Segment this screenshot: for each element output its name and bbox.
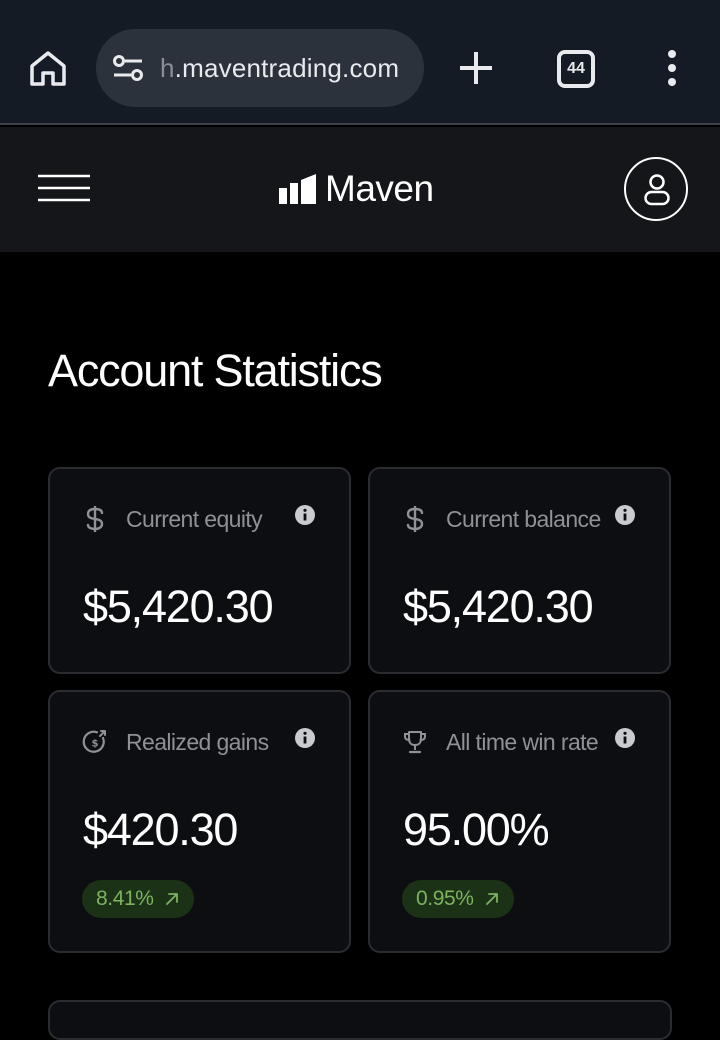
stat-card-current-equity: Current equity $5,420.30 — [48, 467, 351, 674]
info-icon[interactable] — [615, 505, 635, 525]
stat-value: 95.00% — [403, 804, 550, 855]
change-badge: 0.95% — [402, 880, 514, 918]
stat-card-win-rate: All time win rate 95.00% 0.95% — [368, 690, 671, 953]
more-vert-icon[interactable] — [664, 50, 680, 86]
dollar-refresh-icon: $ — [82, 730, 106, 753]
dollar-icon — [406, 506, 424, 532]
stat-label: Realized gains — [126, 728, 269, 755]
next-section-card — [48, 1000, 672, 1040]
stat-label: Current balance — [446, 505, 601, 532]
page-title: Account Statistics — [48, 345, 383, 396]
stat-value: $5,420.30 — [83, 581, 274, 632]
arrow-up-right-icon — [165, 893, 178, 905]
info-icon[interactable] — [295, 505, 315, 525]
svg-text:$: $ — [92, 739, 99, 750]
stat-card-realized-gains: $ Realized gains $420.30 8.41% — [48, 690, 351, 953]
maven-logo-icon — [279, 174, 316, 204]
stat-value: $5,420.30 — [403, 581, 594, 632]
hamburger-menu-icon[interactable] — [38, 174, 90, 204]
stat-value: $420.30 — [83, 804, 238, 855]
change-badge: 8.41% — [82, 880, 194, 918]
info-icon[interactable] — [295, 728, 315, 748]
browser-toolbar: h.maventrading.com 44 — [0, 0, 720, 125]
brand-name: Maven — [325, 168, 434, 209]
url-prefix: h — [160, 53, 175, 83]
stat-card-current-balance: Current balance $5,420.30 — [368, 467, 671, 674]
stat-label: Current equity — [126, 505, 263, 532]
home-icon[interactable] — [28, 48, 68, 88]
change-percent: 0.95% — [416, 887, 474, 910]
profile-button[interactable] — [624, 157, 688, 221]
tab-switcher-button[interactable]: 44 — [557, 50, 595, 88]
stat-label: All time win rate — [446, 728, 599, 755]
trophy-icon — [404, 731, 426, 754]
address-bar[interactable]: h.maventrading.com — [96, 29, 424, 107]
site-header: Maven — [0, 127, 720, 252]
arrow-up-right-icon — [485, 893, 498, 905]
url-domain: .maventrading.com — [174, 53, 400, 83]
new-tab-icon[interactable] — [458, 50, 494, 86]
site-settings-icon[interactable] — [112, 53, 144, 83]
change-percent: 8.41% — [96, 887, 154, 910]
url-text[interactable]: h.maventrading.com — [160, 51, 399, 85]
dollar-icon — [86, 506, 104, 532]
brand-logo[interactable]: Maven — [279, 167, 434, 211]
info-icon[interactable] — [615, 728, 635, 748]
user-icon — [644, 174, 670, 206]
